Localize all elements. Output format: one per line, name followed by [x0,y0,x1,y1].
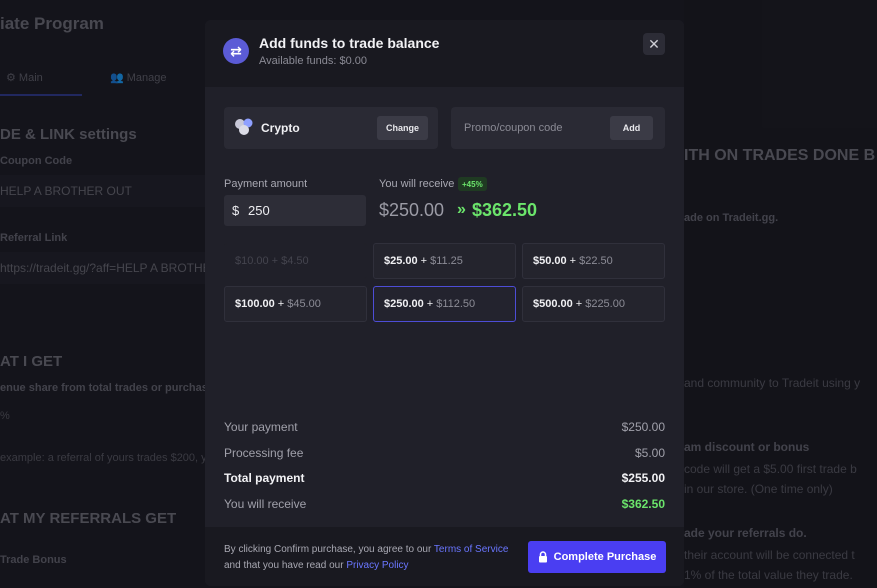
payment-amount-input[interactable]: $ 250 [224,195,366,226]
receive-total-amount: $362.50 [472,200,538,220]
modal-title: Add funds to trade balance [259,35,440,51]
receive-arrow: » [457,201,466,218]
promo-code-input[interactable]: Promo/coupon code [464,122,562,134]
available-funds: Available funds: $0.00 [259,55,368,67]
close-icon: ✕ [648,35,660,52]
privacy-policy-link[interactable]: Privacy Policy [346,560,408,571]
preset-500[interactable]: $500.00 + $225.00 [522,286,665,322]
currency-symbol: $ [232,203,240,218]
close-button[interactable]: ✕ [643,33,665,55]
preset-50[interactable]: $50.00 + $22.50 [522,243,665,279]
preset-10[interactable]: $10.00 + $4.50 [224,243,367,279]
terms-text: By clicking Confirm purchase, you agree … [224,544,509,571]
payment-method-box: Crypto Change [224,107,438,149]
payment-amount-label: Payment amount [224,178,308,190]
modal-header: ⇄ Add funds to trade balance Available f… [205,20,684,87]
bonus-badge: +45% [458,177,487,191]
preset-250[interactable]: $250.00 + $112.50 [373,286,516,322]
add-funds-modal: ⇄ Add funds to trade balance Available f… [205,20,684,586]
preset-100[interactable]: $100.00 + $45.00 [224,286,367,322]
transfer-icon: ⇄ [223,38,249,64]
payment-amount-value[interactable]: 250 [248,203,270,218]
lock-icon [538,551,547,563]
crypto-icon [235,118,253,135]
terms-of-service-link[interactable]: Terms of Service [434,544,508,555]
complete-purchase-button[interactable]: Complete Purchase [528,541,666,573]
receive-base-amount: $250.00 [379,200,445,220]
complete-purchase-label: Complete Purchase [553,551,657,563]
promo-code-box[interactable]: Promo/coupon code Add [451,107,665,149]
you-will-receive-label: You will receive [379,178,455,190]
payment-method-label: Crypto [261,121,300,135]
add-promo-button[interactable]: Add [610,116,653,140]
change-method-button[interactable]: Change [377,116,428,140]
modal-footer: By clicking Confirm purchase, you agree … [205,527,684,586]
preset-25[interactable]: $25.00 + $11.25 [373,243,516,279]
